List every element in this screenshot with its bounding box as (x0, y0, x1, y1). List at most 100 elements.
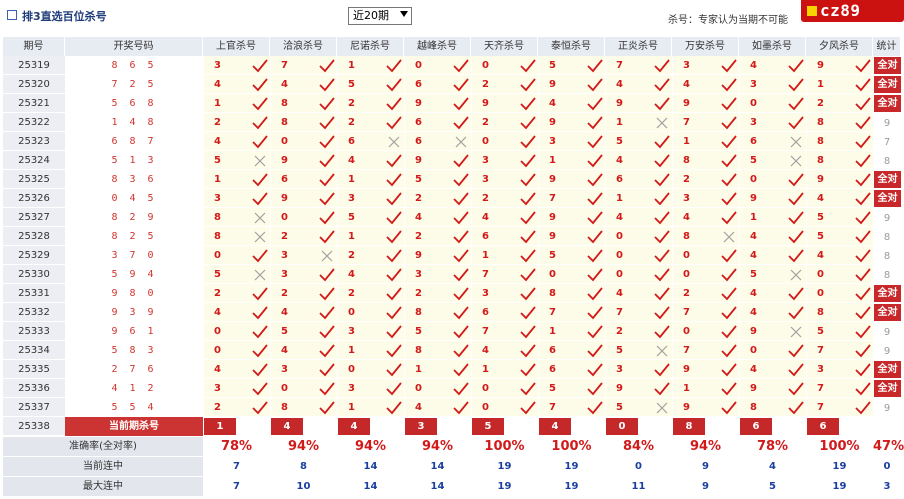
summary-total: 3 (883, 481, 891, 492)
row-period: 25332 (3, 303, 65, 322)
kill-digit: 6 (415, 79, 422, 90)
kill-cell: 0 (605, 227, 672, 246)
check-icon (855, 173, 871, 187)
kill-digit: 5 (348, 79, 355, 90)
kill-digit: 1 (348, 231, 355, 242)
check-icon (453, 401, 469, 415)
kill-cell: 5 (203, 265, 270, 284)
kill-cell: 5 (538, 246, 605, 265)
kill-digit: 3 (348, 326, 355, 337)
check-icon (520, 268, 536, 282)
row-count: 全对 (873, 94, 901, 113)
site-logo[interactable]: cz89 (801, 0, 904, 22)
table-row: 25319 8 6 5 3 7 1 0 0 5 7 3 4 9 全对 (3, 56, 901, 75)
kill-digit: 4 (482, 345, 489, 356)
kill-cell: 7 (270, 56, 337, 75)
kill-digit: 9 (549, 117, 556, 128)
current-kill-label: 当前期杀号 (65, 417, 203, 436)
check-icon (654, 363, 670, 377)
check-icon (587, 268, 603, 282)
check-icon (788, 211, 804, 225)
kill-digit: 4 (281, 79, 288, 90)
row-count: 全对 (873, 189, 901, 208)
check-icon (788, 230, 804, 244)
row-period: 25333 (3, 322, 65, 341)
logo-square-icon (807, 6, 817, 16)
check-icon (855, 344, 871, 358)
check-icon (319, 59, 335, 73)
kill-cell: 8 (739, 398, 806, 417)
check-icon (788, 382, 804, 396)
kill-digit: 8 (281, 98, 288, 109)
kill-cell: 5 (337, 75, 404, 94)
table-row: 25332 9 3 9 4 4 0 8 6 7 7 7 4 8 全对 (3, 303, 901, 322)
kill-digit: 7 (549, 402, 556, 413)
kill-cell: 4 (739, 246, 806, 265)
check-icon (252, 382, 268, 396)
kill-digit: 9 (549, 79, 556, 90)
kill-digit: 5 (549, 250, 556, 261)
kill-digit: 2 (214, 117, 221, 128)
check-icon (520, 78, 536, 92)
check-icon (453, 344, 469, 358)
kill-cell: 4 (404, 398, 471, 417)
row-count: 8 (873, 151, 901, 170)
table-row: 25323 6 8 7 4 0 6 6 0 3 5 1 6 8 7 (3, 132, 901, 151)
kill-digit: 1 (348, 60, 355, 71)
kill-cell: 3 (203, 189, 270, 208)
kill-digit: 6 (281, 174, 288, 185)
row-period: 25323 (3, 132, 65, 151)
kill-digit: 9 (616, 98, 623, 109)
correct-count: 9 (883, 346, 891, 357)
kill-cell: 3 (672, 56, 739, 75)
table-row: 25325 8 3 6 1 6 1 5 3 9 6 2 0 9 全对 (3, 170, 901, 189)
kill-cell: 9 (672, 398, 739, 417)
summary-label: 最大连中 (3, 477, 203, 497)
check-icon (520, 287, 536, 301)
check-icon (788, 249, 804, 263)
cross-icon (721, 230, 737, 244)
kill-cell: 4 (605, 151, 672, 170)
table-row: 25337 5 5 4 2 8 1 4 0 7 5 9 8 7 9 (3, 398, 901, 417)
row-period: 25331 (3, 284, 65, 303)
check-icon (855, 287, 871, 301)
kill-cell: 5 (806, 322, 873, 341)
kill-digit: 5 (549, 383, 556, 394)
kill-cell: 6 (404, 75, 471, 94)
kill-cell: 2 (404, 284, 471, 303)
kill-digit: 9 (415, 98, 422, 109)
kill-digit: 4 (817, 250, 824, 261)
kill-cell: 9 (538, 208, 605, 227)
kill-digit: 4 (348, 269, 355, 280)
kill-cell: 5 (605, 398, 672, 417)
kill-cell: 9 (538, 170, 605, 189)
kill-digit: 5 (750, 155, 757, 166)
kill-digit: 0 (348, 307, 355, 318)
kill-cell: 3 (538, 132, 605, 151)
check-icon (855, 382, 871, 396)
kill-digit: 7 (549, 193, 556, 204)
check-icon (855, 230, 871, 244)
header-expert-4: 天齐杀号 (471, 37, 538, 56)
check-icon (386, 116, 402, 130)
period-range-select[interactable]: 近20期 (348, 7, 412, 25)
summary-value: 14 (430, 481, 445, 492)
header-expert-0: 上官杀号 (203, 37, 270, 56)
row-count: 9 (873, 208, 901, 227)
row-draw-numbers: 0 4 5 (111, 193, 157, 204)
kill-digit: 3 (683, 60, 690, 71)
kill-digit: 8 (817, 155, 824, 166)
kill-digit: 9 (817, 174, 824, 185)
correct-count: 9 (883, 213, 891, 224)
kill-digit: 9 (817, 60, 824, 71)
check-icon (520, 135, 536, 149)
check-icon (252, 249, 268, 263)
kill-cell: 6 (538, 360, 605, 379)
kill-cell: 8 (203, 208, 270, 227)
kill-digit: 1 (683, 383, 690, 394)
kill-cell: 2 (404, 227, 471, 246)
kill-digit: 9 (683, 364, 690, 375)
check-icon (721, 287, 737, 301)
kill-cell: 4 (203, 303, 270, 322)
collapse-toggle[interactable] (7, 10, 17, 20)
